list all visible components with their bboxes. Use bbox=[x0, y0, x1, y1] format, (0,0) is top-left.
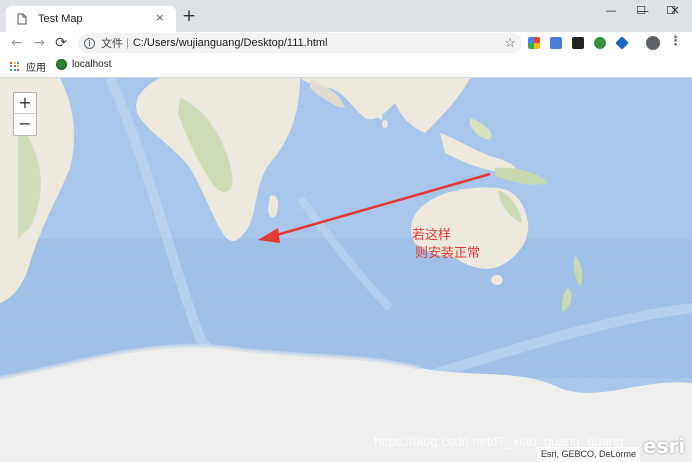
bookmark-apps[interactable]: 应用 bbox=[10, 59, 46, 74]
map-view[interactable]: + − 若这样 则安装正常 https://blog.csdn.net/IT_x… bbox=[0, 78, 692, 462]
annotation-line-1: 若这样 bbox=[412, 228, 452, 243]
annotation-arrow bbox=[258, 172, 491, 243]
address-bar[interactable]: i 文件 | C:/Users/wujianguang/Desktop/111.… bbox=[78, 33, 522, 53]
annotation-text: 若这样 则安装正常 bbox=[412, 227, 480, 263]
bookmarks-bar: 应用 localhost bbox=[0, 54, 692, 78]
extension-layers-icon[interactable] bbox=[615, 36, 629, 50]
extension-translate-icon[interactable] bbox=[550, 37, 562, 49]
extension-dark-icon[interactable] bbox=[572, 37, 584, 49]
zoom-in-button[interactable]: + bbox=[14, 93, 36, 114]
apps-grid-icon bbox=[10, 61, 20, 72]
extension-globe-icon[interactable] bbox=[594, 37, 606, 49]
maximize-icon[interactable]: ☐ bbox=[626, 2, 656, 22]
extension-chrome-icon[interactable] bbox=[528, 37, 540, 49]
address-separator: | bbox=[126, 37, 129, 49]
reload-button[interactable]: ⟳ bbox=[52, 34, 70, 52]
info-icon[interactable]: i bbox=[84, 37, 95, 49]
profile-avatar[interactable] bbox=[646, 36, 660, 50]
close-window-button[interactable]: ✕ bbox=[660, 2, 690, 22]
browser-toolbar: ← → ⟳ i 文件 | C:/Users/wujianguang/Deskto… bbox=[0, 32, 692, 54]
address-url[interactable]: C:/Users/wujianguang/Desktop/111.html bbox=[133, 37, 328, 49]
bookmark-apps-label: 应用 bbox=[26, 63, 46, 74]
tab-title: Test Map bbox=[38, 13, 83, 25]
menu-icon[interactable]: ⋮ bbox=[669, 35, 682, 48]
tab-close-icon[interactable]: × bbox=[153, 11, 167, 25]
address-prefix: 文件 bbox=[101, 38, 123, 50]
minimize-icon[interactable]: — bbox=[596, 2, 626, 22]
title-bar: Test Map × + — ☐ bbox=[0, 0, 692, 32]
zoom-out-button[interactable]: − bbox=[14, 114, 36, 135]
page-icon bbox=[17, 13, 27, 25]
back-button[interactable]: ← bbox=[8, 34, 26, 52]
annotation-line-2: 则安装正常 bbox=[415, 246, 481, 261]
forward-button[interactable]: → bbox=[30, 34, 48, 52]
map-attribution[interactable]: Esri, GEBCO, DeLorme bbox=[537, 447, 641, 462]
globe-icon bbox=[56, 59, 67, 70]
new-tab-button[interactable]: + bbox=[180, 8, 198, 26]
browser-tab[interactable]: Test Map × bbox=[6, 6, 176, 32]
esri-logo[interactable]: esri bbox=[643, 434, 685, 458]
bookmark-star-icon[interactable]: ☆ bbox=[504, 35, 516, 51]
bookmark-localhost[interactable]: localhost bbox=[56, 59, 111, 70]
zoom-control: + − bbox=[13, 92, 37, 136]
bookmark-localhost-label: localhost bbox=[72, 59, 112, 70]
